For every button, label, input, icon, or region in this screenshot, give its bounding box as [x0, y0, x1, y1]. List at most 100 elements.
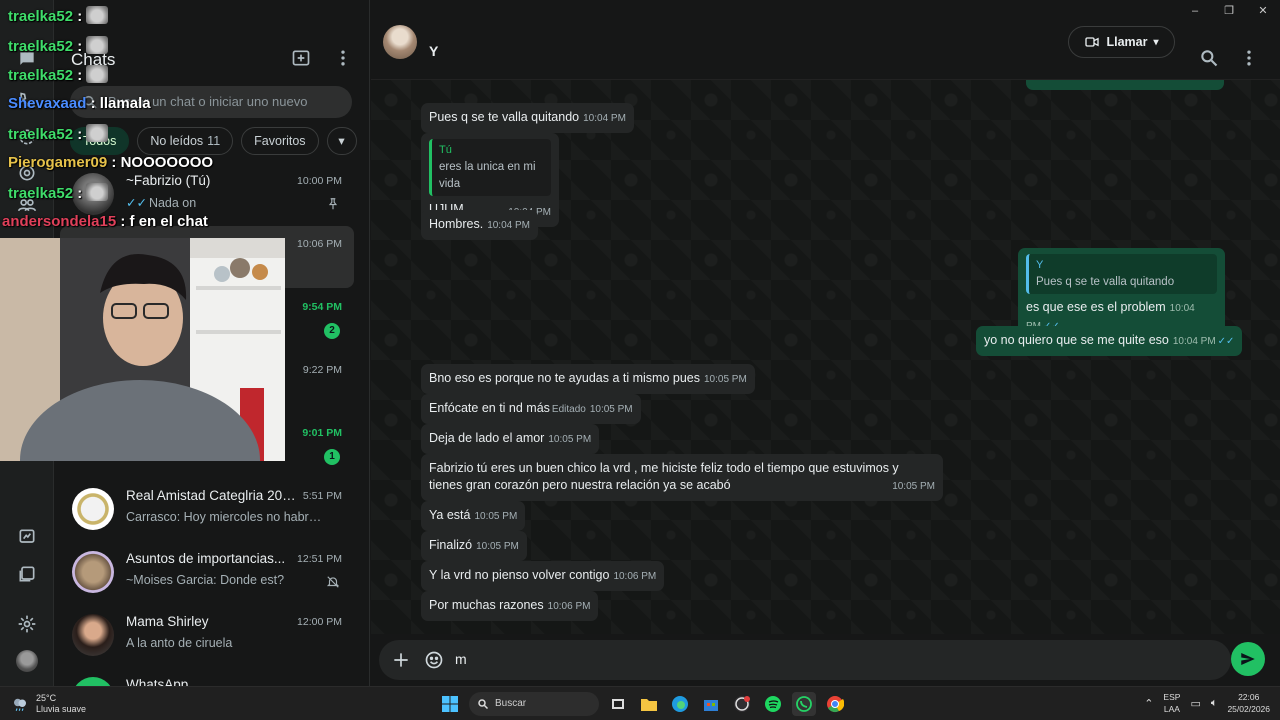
chat-name: ~Fabrizio (Tú): [126, 173, 211, 188]
message-bubble[interactable]: Deja de lado el amor 10:05 PM: [421, 424, 600, 454]
network-icon[interactable]: ▭: [1190, 697, 1200, 710]
send-icon: [1241, 653, 1255, 665]
message-bubble[interactable]: Hombres. 10:04 PM: [421, 210, 538, 240]
menu-icon[interactable]: [1239, 48, 1259, 68]
chat-row[interactable]: Mama Shirley A la anto de ciruela 12:00 …: [54, 604, 354, 666]
taskbar-search[interactable]: Buscar: [469, 692, 599, 716]
message-bubble[interactable]: Ya está 10:05 PM: [421, 501, 526, 531]
chat-preview: ~Moises Garcia: Donde est?: [126, 573, 285, 587]
chevron-up-icon[interactable]: ⌃: [1144, 697, 1153, 710]
menu-icon[interactable]: [333, 48, 353, 68]
whatsapp-icon[interactable]: [792, 692, 816, 716]
quoted-message[interactable]: Tú eres la unica en mi vida: [429, 139, 551, 196]
message-bubble[interactable]: Pues q se te valla quitando 10:04 PM: [421, 103, 634, 133]
search-icon[interactable]: [1199, 48, 1219, 68]
chat-row[interactable]: Real Amistad Categlria 200... Carrasco: …: [54, 478, 354, 540]
stream-chat-line: traelka52 :: [8, 36, 109, 55]
minimize-button[interactable]: ‒: [1178, 0, 1212, 22]
clock[interactable]: 22:06 25/02/2026: [1227, 691, 1270, 715]
message-bubble[interactable]: Finalizó 10:05 PM: [421, 531, 527, 561]
chat-list-actions: [291, 48, 353, 68]
store-icon[interactable]: [699, 692, 723, 716]
stream-chat-line: traelka52 :: [8, 124, 109, 143]
weather-desc: Lluvia suave: [36, 704, 87, 714]
contact-avatar[interactable]: [383, 25, 417, 59]
chrome-icon[interactable]: [823, 692, 847, 716]
task-view-icon[interactable]: [606, 692, 630, 716]
edited-label: Editado: [551, 404, 586, 415]
send-button[interactable]: [1231, 642, 1265, 676]
avatar: [72, 551, 114, 593]
edge-browser-icon[interactable]: [668, 692, 692, 716]
read-ticks-icon: ✓✓: [1217, 336, 1235, 347]
message-bubble[interactable]: Bno eso es porque no te ayudas a ti mism…: [421, 364, 755, 394]
file-explorer-icon[interactable]: [637, 692, 661, 716]
message-bubble[interactable]: yo no quiero que se me quite eso 10:04 PM…: [976, 326, 1243, 356]
chat-time: 12:51 PM: [297, 553, 342, 565]
chat-name: Real Amistad Categlria 200...: [126, 488, 296, 503]
weather-temp: 25°C: [36, 693, 57, 703]
muted-bell-icon: [326, 576, 340, 588]
stream-chat-line: andersondela15 : f en el chat: [2, 213, 208, 230]
composer-bar: m: [371, 634, 1280, 686]
media-icon[interactable]: [14, 561, 40, 587]
call-button[interactable]: Llamar ▾: [1068, 26, 1175, 58]
filter-favorites[interactable]: Favoritos: [241, 127, 319, 155]
chat-preview: Carrasco: Hoy miercoles no habrá entr...: [126, 510, 322, 524]
window-controls: ‒ ❐ ✕: [1178, 0, 1280, 22]
profile-avatar[interactable]: [16, 650, 38, 672]
message-bubble[interactable]: Enfócate en ti nd más Editado 10:05 PM: [421, 394, 641, 424]
spotify-icon[interactable]: [761, 692, 785, 716]
chat-time: 10:06 PM: [297, 238, 342, 250]
webcam-overlay: [0, 238, 285, 461]
rain-cloud-icon: [14, 698, 26, 711]
chat-name: WhatsApp: [126, 677, 189, 686]
meta-ai-icon[interactable]: [14, 524, 40, 550]
settings-icon[interactable]: [14, 611, 40, 637]
message-bubble-partial: [1026, 80, 1224, 90]
call-label: Llamar: [1106, 35, 1148, 49]
contact-name[interactable]: Y: [429, 43, 438, 59]
chat-preview: ✓✓ Nada on: [126, 196, 197, 210]
chat-time: 10:00 PM: [297, 175, 342, 187]
chat-preview: A la anto de ciruela: [126, 636, 233, 650]
conversation-pane: Y Llamar ▾ Pues q se te valla quitando 10…: [371, 0, 1280, 686]
new-chat-icon[interactable]: [291, 48, 311, 68]
stream-chat-line: traelka52 :: [8, 65, 109, 84]
taskbar-center: Buscar: [438, 692, 847, 716]
chat-time: 9:01 PM: [302, 427, 342, 439]
cat-emote-icon: [86, 65, 109, 83]
chat-name: Mama Shirley: [126, 614, 209, 629]
message-input[interactable]: m: [379, 640, 1231, 680]
avatar: [72, 677, 114, 686]
windows-start-icon[interactable]: [438, 692, 462, 716]
chat-time: 9:22 PM: [302, 364, 342, 376]
obs-icon[interactable]: [730, 692, 754, 716]
stream-chat-line: Shevaxaad : llamala: [8, 95, 151, 112]
filter-more-dropdown[interactable]: ▾: [326, 127, 357, 155]
chat-name: Asuntos de importancias...: [126, 551, 286, 566]
stream-chat-line: traelka52 :: [8, 183, 109, 202]
filter-unread[interactable]: No leídos 11: [137, 127, 234, 155]
message-bubble[interactable]: Fabrizio tú eres un buen chico la vrd , …: [421, 454, 943, 501]
video-call-icon: [1085, 37, 1100, 47]
conversation-header: Y Llamar ▾: [371, 0, 1280, 80]
stream-chat-line: Pierogamer09 : NOOOOOOO: [8, 154, 214, 171]
maximize-button[interactable]: ❐: [1212, 0, 1246, 22]
language-indicator[interactable]: ESP LAA: [1163, 691, 1180, 715]
unread-badge: 2: [324, 323, 340, 339]
avatar: [72, 614, 114, 656]
message-bubble[interactable]: Por muchas razones 10:06 PM: [421, 591, 599, 621]
message-input-value: m: [455, 651, 467, 667]
volume-icon[interactable]: 🔈︎: [1211, 697, 1218, 710]
message-bubble[interactable]: Y la vrd no pienso volver contigo 10:06 P…: [421, 561, 665, 591]
close-button[interactable]: ✕: [1246, 0, 1280, 22]
attach-plus-icon[interactable]: [391, 650, 411, 670]
chat-row[interactable]: WhatsApp: [54, 667, 354, 686]
chat-row[interactable]: Asuntos de importancias... ~Moises Garci…: [54, 541, 354, 603]
quoted-message[interactable]: Y Pues q se te valla quitando: [1026, 254, 1217, 294]
unread-badge: 1: [324, 449, 340, 465]
cat-emote-icon: [86, 183, 109, 201]
weather-widget[interactable]: 25°C Lluvia suave: [10, 693, 86, 715]
sticker-icon[interactable]: [424, 650, 444, 670]
